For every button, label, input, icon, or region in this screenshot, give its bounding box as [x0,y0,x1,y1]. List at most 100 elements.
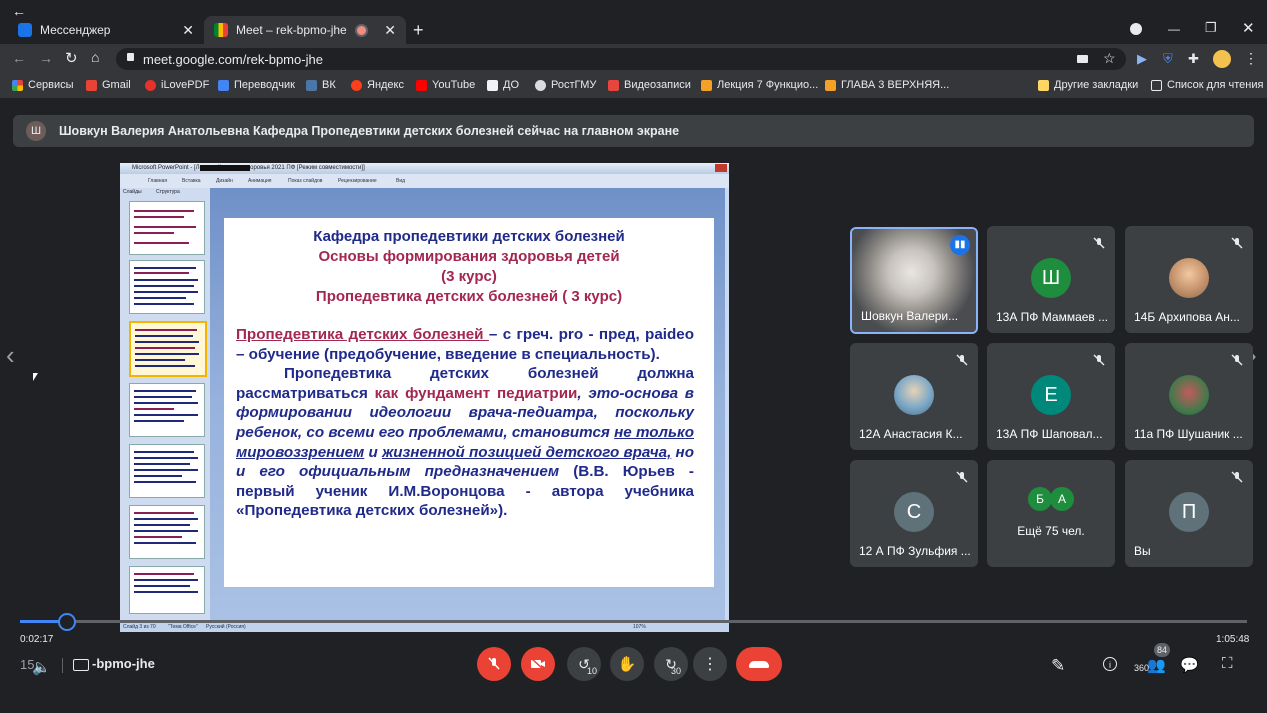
extension-play-icon[interactable]: ▶ [1137,51,1147,67]
bookmark-gmail[interactable]: Gmail [86,79,131,91]
participant-tile[interactable]: Ш 13А ПФ Маммаев ... [987,226,1115,333]
plus-icon [825,79,836,91]
close-icon[interactable]: ✕ [182,22,194,39]
bookmark-star-icon[interactable]: ☆ [1103,50,1116,67]
people-icon[interactable]: 👥 [1147,656,1166,674]
participant-tile[interactable]: С 12 А ПФ Зульфия ... [850,460,978,567]
bookmark-chapter3[interactable]: ГЛАВА 3 ВЕРХНЯЯ... [825,79,949,91]
bookmark-videos[interactable]: Видеозаписи [608,79,691,91]
more-participants-tile[interactable]: Б А Ещё 75 чел. [987,460,1115,567]
participant-tile[interactable]: Е 13А ПФ Шаповал... [987,343,1115,450]
messenger-icon [18,23,32,37]
side-tab-outline: Структура [156,189,180,195]
document-icon [701,79,712,91]
reading-list[interactable]: Список для чтения [1151,79,1263,91]
people-count-badge: 84 [1154,643,1170,657]
participant-name: 13А ПФ Шаповал... [996,427,1103,441]
participant-avatar: П [1169,492,1209,532]
raise-hand-button[interactable]: ✋ [610,647,644,681]
status-zoom: 107% [633,624,646,630]
participant-avatar: Е [1031,375,1071,415]
reading-list-icon [1151,79,1162,91]
new-tab-button[interactable]: + [413,20,424,41]
participant-tile[interactable]: 11а ПФ Шушаник ... [1125,343,1253,450]
tab-meet[interactable]: Meet – rek-bpmo-jhe ✕ [204,16,406,44]
activities-icon[interactable]: ⛶ [1222,655,1233,672]
youtube-icon [416,79,427,91]
restore-icon[interactable]: ❐ [1205,20,1217,36]
translate-icon [218,79,229,91]
meet-icon [214,23,228,37]
participant-tile[interactable]: 12А Анастасия К... [850,343,978,450]
ppt-title-bar: Microsoft PowerPoint - [Лекции Культура … [120,163,729,174]
bookmark-services[interactable]: Сервисы [12,79,74,91]
back-icon[interactable]: ← [12,50,26,66]
leave-call-button[interactable] [736,647,782,681]
bookmark-youtube[interactable]: YouTube [416,79,475,91]
slide-thumbnail [129,566,205,614]
bookmark-translator[interactable]: Переводчик [218,79,295,91]
extension-shield-icon[interactable]: ⛨ [1163,51,1173,67]
bookmark-lecture7[interactable]: Лекция 7 Функцио... [701,79,818,91]
participant-tile[interactable]: П Вы [1125,460,1253,567]
rewind-button[interactable]: ↺ 10 [567,647,601,681]
bookmark-vk[interactable]: ВК [306,79,336,91]
bookmark-ilovepdf[interactable]: iLovePDF [145,79,209,91]
meeting-info-icon[interactable]: i [1103,657,1117,671]
bookmark-rostgmu[interactable]: РостГМУ [535,79,596,91]
mouse-cursor [33,373,38,381]
ribbon-tab: Анимация [248,178,272,184]
video-icon [608,79,619,91]
reload-icon[interactable]: ↻ [65,49,78,67]
side-tab-slides: Слайды [123,189,142,195]
profile-menu-icon[interactable] [1130,23,1142,35]
previous-page-icon[interactable]: ‹ [6,340,15,371]
close-icon[interactable]: ✕ [384,22,396,39]
folder-icon [1038,79,1049,91]
bookmark-do[interactable]: ДО [487,79,519,91]
slide-emphasis: как фундамент педиатрии [374,384,578,402]
extensions-puzzle-icon[interactable]: ✚ [1188,51,1199,67]
forward-icon[interactable]: → [39,50,53,66]
more-options-button[interactable]: ⋮ [693,647,727,681]
camera-icon[interactable] [1077,55,1088,63]
ribbon-tab: Рецензирование [338,178,377,184]
window-close-icon[interactable]: ✕ [1242,19,1255,37]
forward-seconds: 30 [671,666,682,676]
status-language: Русский (Россия) [206,624,246,630]
slide-heading-4: Пропедевтика детских болезней ( 3 курс) [315,288,623,305]
banner-text: Шовкун Валерия Анатольевна Кафедра Пропе… [59,124,680,138]
mic-off-icon [955,470,969,484]
bookmark-yandex[interactable]: Яндекс [351,79,404,91]
tab-messenger[interactable]: Мессенджер ✕ [8,16,204,44]
ppt-redacted-bar [200,165,250,171]
bookmark-other[interactable]: Другие закладки [1038,79,1138,91]
url-text[interactable]: meet.google.com/rek-bpmo-jhe [143,52,323,67]
mic-off-icon [1230,470,1244,484]
participant-name: 13А ПФ Маммаев ... [996,310,1109,324]
whiteboard-pen-icon[interactable]: ✎ [1051,656,1065,676]
profile-avatar[interactable] [1213,50,1231,68]
forward-button[interactable]: ↻ 30 [654,647,688,681]
slide-body: Пропедевтика детских болезней – с греч. … [236,325,694,521]
chat-icon[interactable]: 💬 [1180,656,1199,674]
camera-toggle-button[interactable] [521,647,555,681]
ppt-ribbon: Главная Вставка Дизайн Анимация Показ сл… [120,174,729,188]
home-icon[interactable]: ⌂ [91,49,99,65]
total-duration: 1:05:48 [1216,634,1250,645]
participant-avatar: С [894,492,934,532]
ribbon-tab: Вставка [182,178,201,184]
minimize-icon[interactable]: — [1168,22,1180,36]
captions-icon[interactable] [73,659,89,671]
seek-bar-handle[interactable] [57,613,76,631]
hangup-icon [749,660,769,668]
menu-dots-icon[interactable]: ⋮ [1244,50,1258,67]
participant-tile[interactable]: 14Б Архипова Ан... [1125,226,1253,333]
slide-thumbnail [129,201,205,255]
status-theme: "Тема Office" [168,624,198,630]
mic-toggle-button[interactable] [477,647,511,681]
participant-tile[interactable]: ▮▮ Шовкун Валери... [850,227,978,334]
vk-icon [306,79,317,91]
seek-bar-track[interactable] [20,620,1247,623]
volume-icon[interactable]: 🔈 [32,658,51,676]
